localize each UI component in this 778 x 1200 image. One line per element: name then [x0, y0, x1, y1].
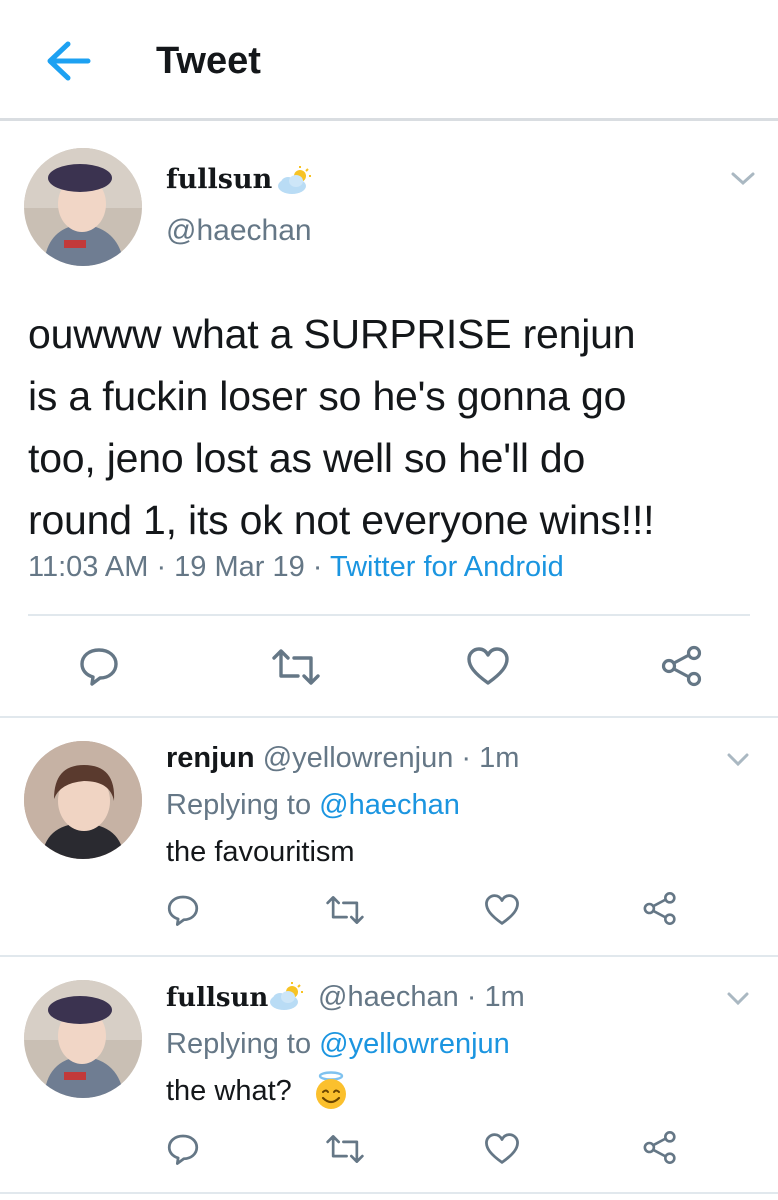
- divider: [0, 716, 778, 718]
- mention-link[interactable]: @haechan: [319, 789, 460, 821]
- sun-cloud-emoji: [268, 982, 304, 1017]
- divider: [0, 1192, 778, 1194]
- page-title: Tweet: [156, 40, 261, 82]
- share-icon[interactable]: [660, 645, 704, 692]
- sun-cloud-emoji: [276, 166, 312, 201]
- user-handle[interactable]: @yellowrenjun: [263, 742, 454, 774]
- tweet-age: 1m: [484, 981, 525, 1013]
- tweet-age: 1m: [479, 742, 520, 774]
- chevron-down-icon[interactable]: [726, 752, 750, 773]
- tweet-time: 11:03 AM: [28, 551, 149, 583]
- separator: ·: [458, 981, 485, 1013]
- divider: [0, 955, 778, 957]
- replying-to: Replying to @yellowrenjun: [166, 1028, 510, 1061]
- share-icon[interactable]: [642, 1130, 678, 1170]
- tweet-source-link[interactable]: Twitter for Android: [330, 551, 564, 583]
- reply-icon[interactable]: [166, 1132, 200, 1171]
- tweet-text-line: ouwww what a SURPRISE renjun: [28, 311, 636, 357]
- tweet-text-line: too, jeno lost as well so he'll do: [28, 435, 586, 481]
- tweet-text: ouwww what a SURPRISE renjun is a fuckin…: [28, 303, 778, 551]
- retweet-icon[interactable]: [324, 895, 366, 930]
- halo-smile-emoji: [312, 1071, 350, 1116]
- display-name[interactable]: fullsun: [166, 164, 272, 195]
- reply-icon[interactable]: [78, 646, 120, 691]
- chevron-down-icon[interactable]: [730, 170, 756, 193]
- avatar[interactable]: [24, 980, 142, 1098]
- separator: ·: [148, 551, 175, 583]
- retweet-icon[interactable]: [324, 1134, 366, 1169]
- avatar[interactable]: [24, 148, 142, 266]
- display-name[interactable]: renjun: [166, 742, 255, 774]
- reply-text: the favouritism: [166, 836, 355, 868]
- chevron-down-icon[interactable]: [726, 991, 750, 1012]
- reply-header: renjun @yellowrenjun · 1m: [166, 742, 519, 775]
- tweet-meta: 11:03 AM · 19 Mar 19 · Twitter for Andro…: [28, 551, 564, 584]
- top-app-bar: Tweet: [0, 0, 778, 121]
- reply-header-meta: @haechan · 1m: [318, 981, 525, 1014]
- mention-link[interactable]: @yellowrenjun: [319, 1028, 510, 1060]
- back-arrow-icon[interactable]: [38, 36, 98, 86]
- like-icon[interactable]: [484, 893, 520, 931]
- display-name[interactable]: fullsun: [166, 983, 268, 1013]
- user-handle[interactable]: @haechan: [318, 981, 459, 1013]
- tweet-date: 19 Mar 19: [174, 551, 305, 583]
- user-handle[interactable]: @haechan: [166, 214, 312, 248]
- reply-icon[interactable]: [166, 893, 200, 932]
- like-icon[interactable]: [484, 1132, 520, 1170]
- divider: [28, 614, 750, 616]
- separator: ·: [453, 742, 480, 774]
- reply-text: the what?: [166, 1075, 292, 1107]
- avatar[interactable]: [24, 741, 142, 859]
- replying-prefix: Replying to: [166, 789, 320, 821]
- replying-prefix: Replying to: [166, 1028, 320, 1060]
- tweet-text-line: round 1, its ok not everyone wins!!!: [28, 497, 655, 543]
- replying-to: Replying to @haechan: [166, 789, 460, 822]
- like-icon[interactable]: [466, 646, 510, 691]
- separator: ·: [304, 551, 330, 583]
- share-icon[interactable]: [642, 891, 678, 931]
- reply-header: fullsun: [166, 981, 268, 1014]
- retweet-icon[interactable]: [270, 648, 322, 691]
- tweet-text-line: is a fuckin loser so he's gonna go: [28, 373, 627, 419]
